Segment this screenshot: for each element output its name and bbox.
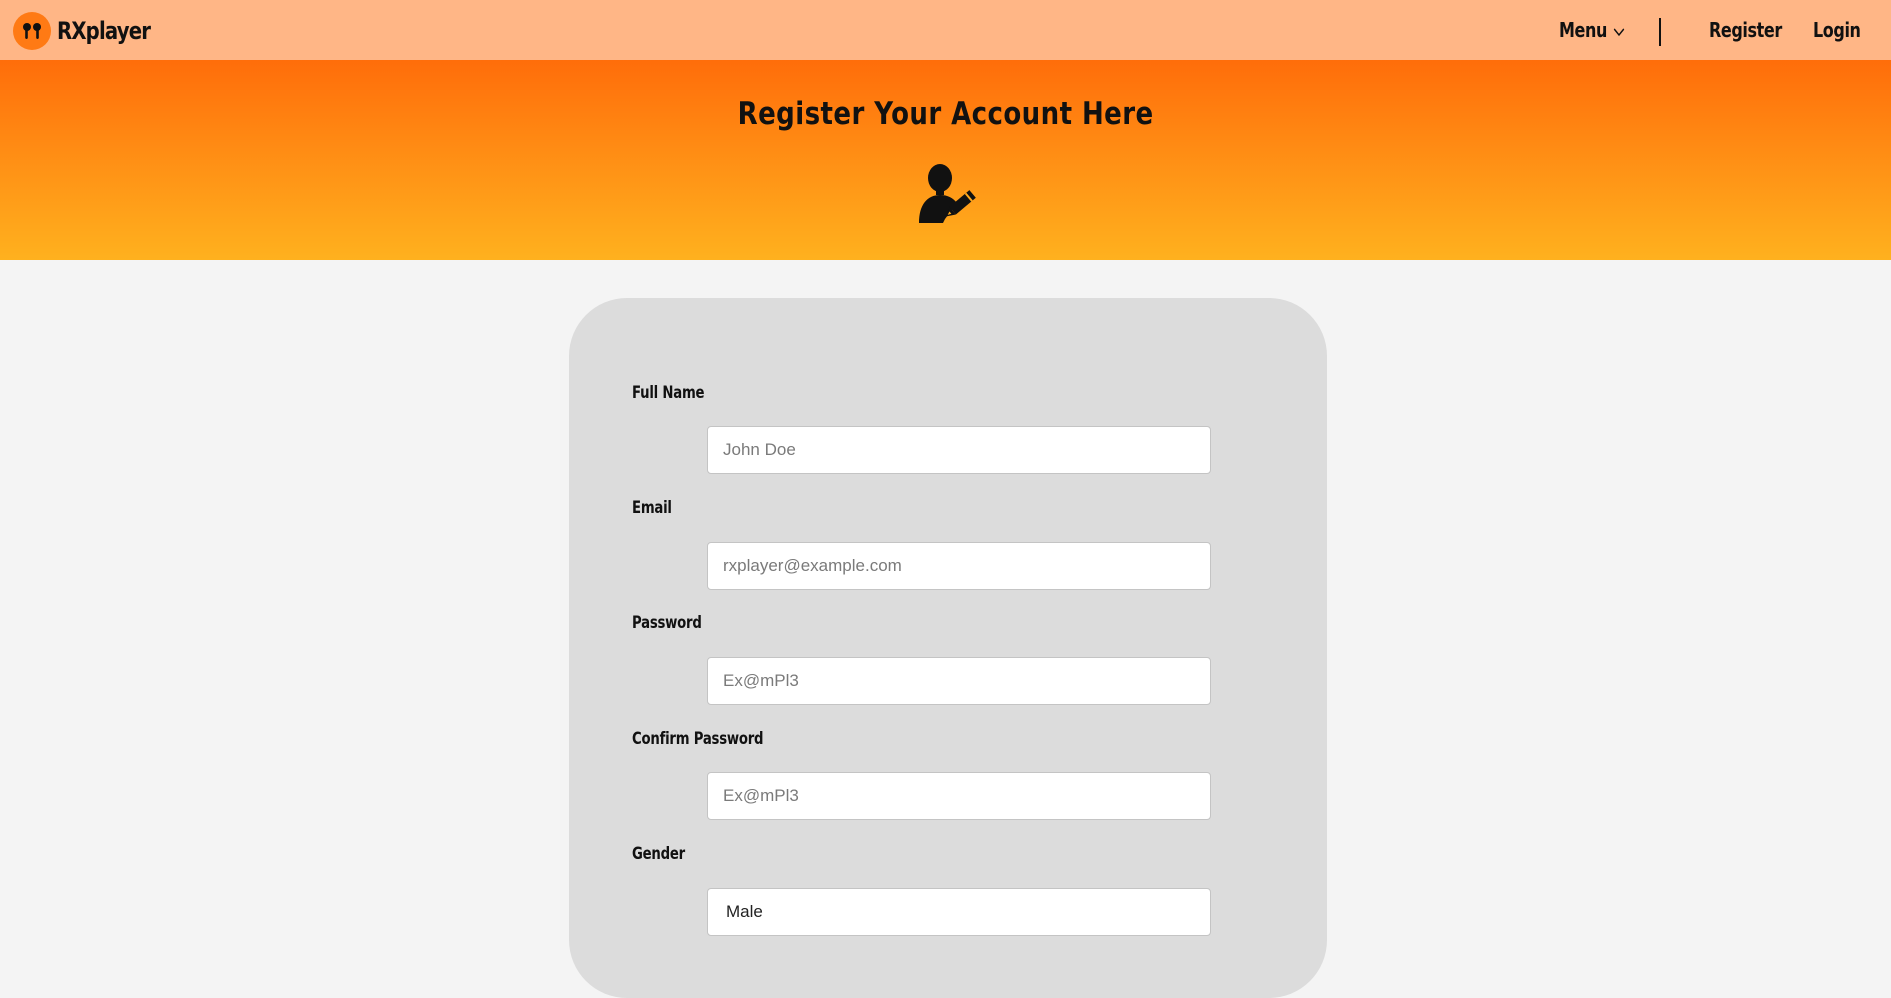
password-input[interactable] [707,657,1211,705]
email-label: Email [632,498,672,518]
gender-select[interactable]: Male [707,888,1211,936]
full-name-label: Full Name [632,383,705,403]
full-name-input[interactable] [707,426,1211,474]
brand[interactable]: RXplayer [13,12,171,50]
nav-divider [1659,18,1661,46]
password-label: Password [632,613,702,633]
menu-label: Menu [1559,18,1607,42]
gender-label: Gender [632,844,685,864]
top-navbar: RXplayer Menu Register Login [0,0,1891,60]
brand-name: RXplayer [57,17,151,45]
hero-banner: Register Your Account Here [0,60,1891,260]
email-input[interactable] [707,542,1211,590]
page-title: Register Your Account Here [737,96,1154,132]
confirm-password-label: Confirm Password [632,729,764,749]
menu-dropdown[interactable]: Menu [1559,18,1625,42]
login-link[interactable]: Login [1813,18,1861,42]
chevron-down-icon [1613,18,1625,42]
confirm-password-input[interactable] [707,772,1211,820]
earbuds-icon [13,12,51,50]
gender-selected-value: Male [726,902,763,921]
register-link[interactable]: Register [1709,18,1782,42]
user-edit-icon [919,164,976,223]
